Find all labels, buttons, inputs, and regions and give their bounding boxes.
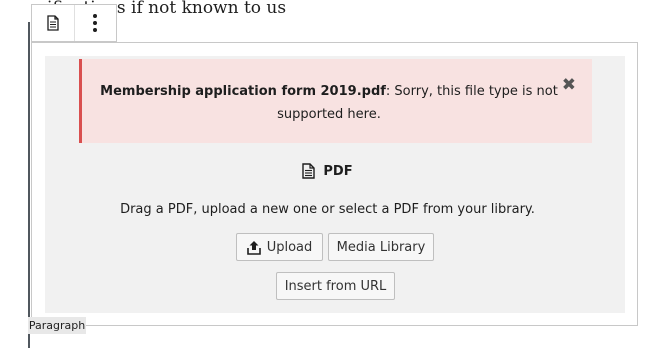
error-notice: Membership application form 2019.pdf: So… [79, 59, 592, 143]
more-vertical-icon [93, 14, 98, 32]
insert-from-url-button[interactable]: Insert from URL [276, 272, 395, 300]
more-options-button[interactable] [73, 5, 117, 41]
notice-message: Membership application form 2019.pdf: So… [96, 80, 562, 126]
placeholder-title: PDF [323, 163, 353, 179]
placeholder-label: PDF [0, 163, 655, 179]
insert-from-url-label: Insert from URL [284, 278, 387, 294]
placeholder-instructions: Drag a PDF, upload a new one or select a… [120, 202, 535, 217]
upload-button[interactable]: Upload [236, 233, 323, 261]
file-icon [47, 15, 59, 31]
notice-filename: Membership application form 2019.pdf [100, 84, 386, 99]
block-type-button[interactable] [32, 5, 74, 41]
block-toolbar [31, 4, 117, 42]
file-pdf-icon [302, 163, 316, 179]
block-label-paragraph: Paragraph [28, 317, 86, 334]
upload-icon [246, 240, 261, 255]
block-left-border [28, 22, 30, 348]
media-library-button[interactable]: Media Library [328, 233, 434, 261]
upload-label: Upload [266, 239, 313, 255]
media-library-label: Media Library [336, 239, 426, 255]
close-icon[interactable]: ✖ [562, 77, 576, 94]
